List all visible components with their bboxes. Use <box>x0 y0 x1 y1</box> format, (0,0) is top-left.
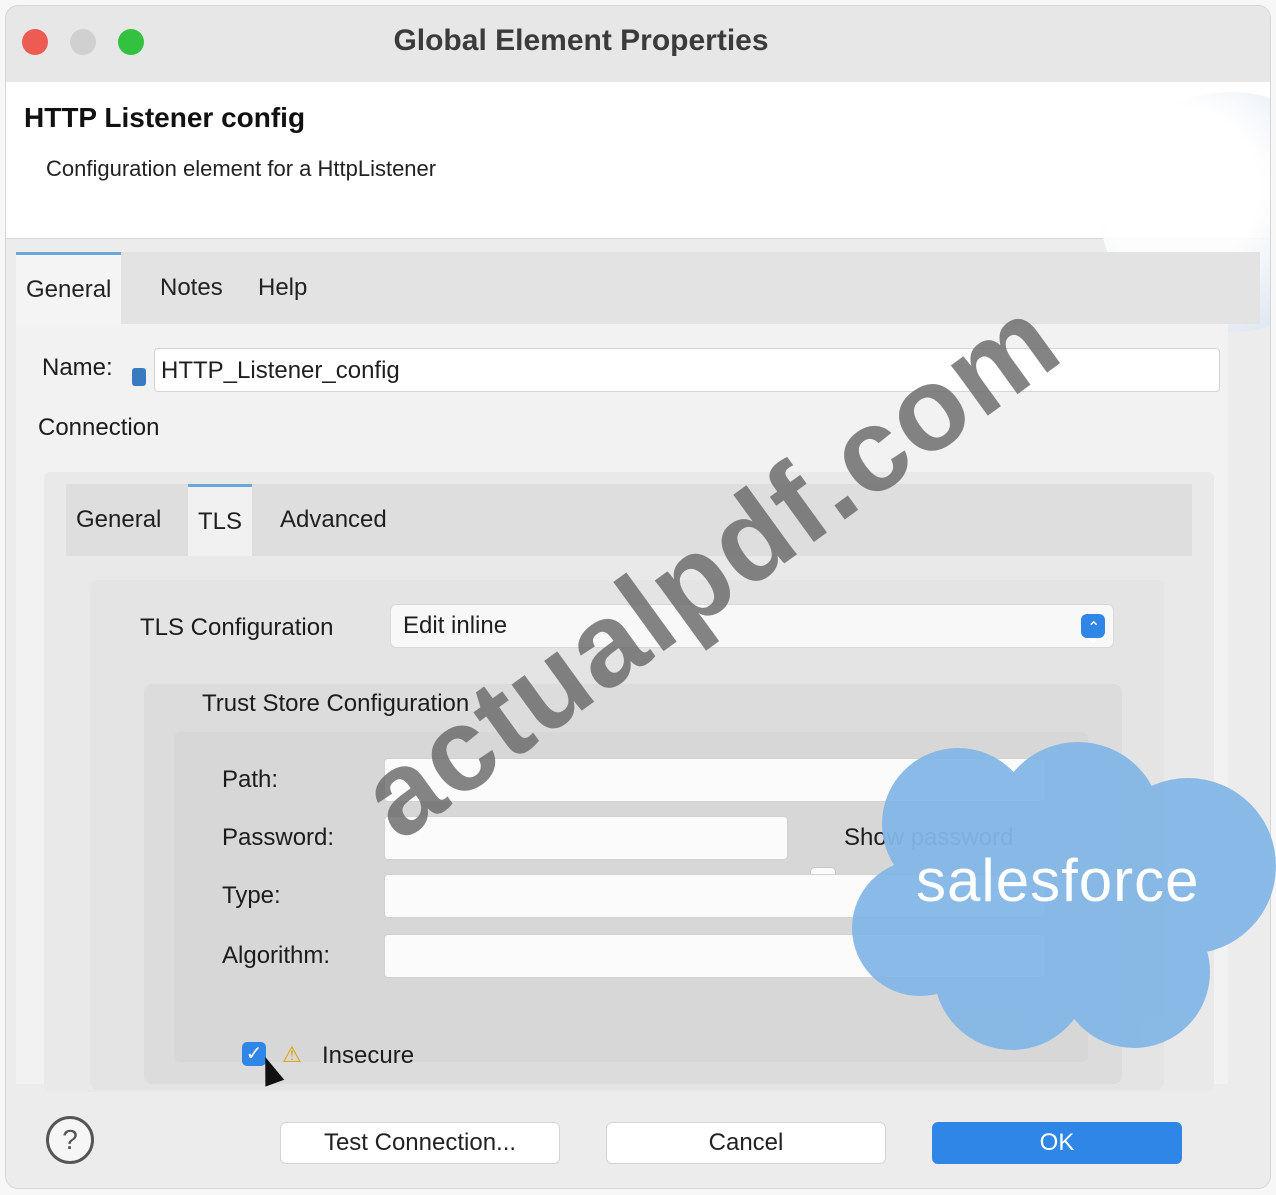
salesforce-logo-text: salesforce <box>916 847 1200 914</box>
connection-tab-advanced[interactable]: Advanced <box>270 484 397 556</box>
help-icon[interactable]: ? <box>46 1116 94 1164</box>
dialog-footer: ? Test Connection... Cancel OK <box>6 1096 1270 1188</box>
name-input[interactable]: HTTP_Listener_config <box>154 348 1220 392</box>
test-connection-button[interactable]: Test Connection... <box>280 1122 560 1164</box>
path-input[interactable] <box>384 758 1046 802</box>
algorithm-label: Algorithm: <box>222 942 331 969</box>
tab-notes[interactable]: Notes <box>150 252 233 324</box>
tls-config-select[interactable]: Edit inline <box>390 604 1114 660</box>
trust-store-title: Trust Store Configuration <box>202 690 470 717</box>
connection-tabs: General TLS Advanced <box>66 484 1192 556</box>
tls-config-value: Edit inline <box>403 612 508 639</box>
database-icon <box>132 368 146 386</box>
connection-label: Connection <box>38 414 160 441</box>
connection-box: General TLS Advanced TLS Configuration E… <box>44 472 1214 1092</box>
tls-area: TLS Configuration Edit inline Trust Stor… <box>90 580 1164 1090</box>
connection-tab-general[interactable]: General <box>66 484 171 556</box>
name-label: Name: <box>42 354 113 381</box>
path-label: Path: <box>222 766 279 793</box>
ok-button[interactable]: OK <box>932 1122 1182 1164</box>
mouse-cursor-icon <box>255 1053 285 1087</box>
dialog-header: HTTP Listener config Configuration eleme… <box>6 82 1270 332</box>
chevron-up-down-icon[interactable] <box>1081 608 1105 660</box>
header-title: HTTP Listener config <box>24 102 306 133</box>
global-element-properties-window: Global Element Properties HTTP Listener … <box>6 6 1270 1188</box>
general-panel: Name: HTTP_Listener_config Connection Ge… <box>16 324 1228 1092</box>
password-input[interactable] <box>384 816 788 860</box>
warning-icon: ⚠ <box>282 1042 302 1067</box>
header-description: Configuration element for a HttpListener <box>46 156 437 181</box>
insecure-label: Insecure <box>322 1042 415 1069</box>
algorithm-input[interactable] <box>384 934 1046 978</box>
password-label: Password: <box>222 824 335 851</box>
main-tabs: General Notes Help <box>16 252 1260 324</box>
tab-help[interactable]: Help <box>248 252 317 324</box>
window-title: Global Element Properties <box>393 24 769 57</box>
tls-config-label: TLS Configuration <box>140 614 334 641</box>
titlebar: Global Element Properties <box>6 6 1270 82</box>
tab-general[interactable]: General <box>16 252 122 324</box>
type-label: Type: <box>222 882 281 909</box>
cancel-button[interactable]: Cancel <box>606 1122 886 1164</box>
connection-tab-tls[interactable]: TLS <box>188 484 253 556</box>
